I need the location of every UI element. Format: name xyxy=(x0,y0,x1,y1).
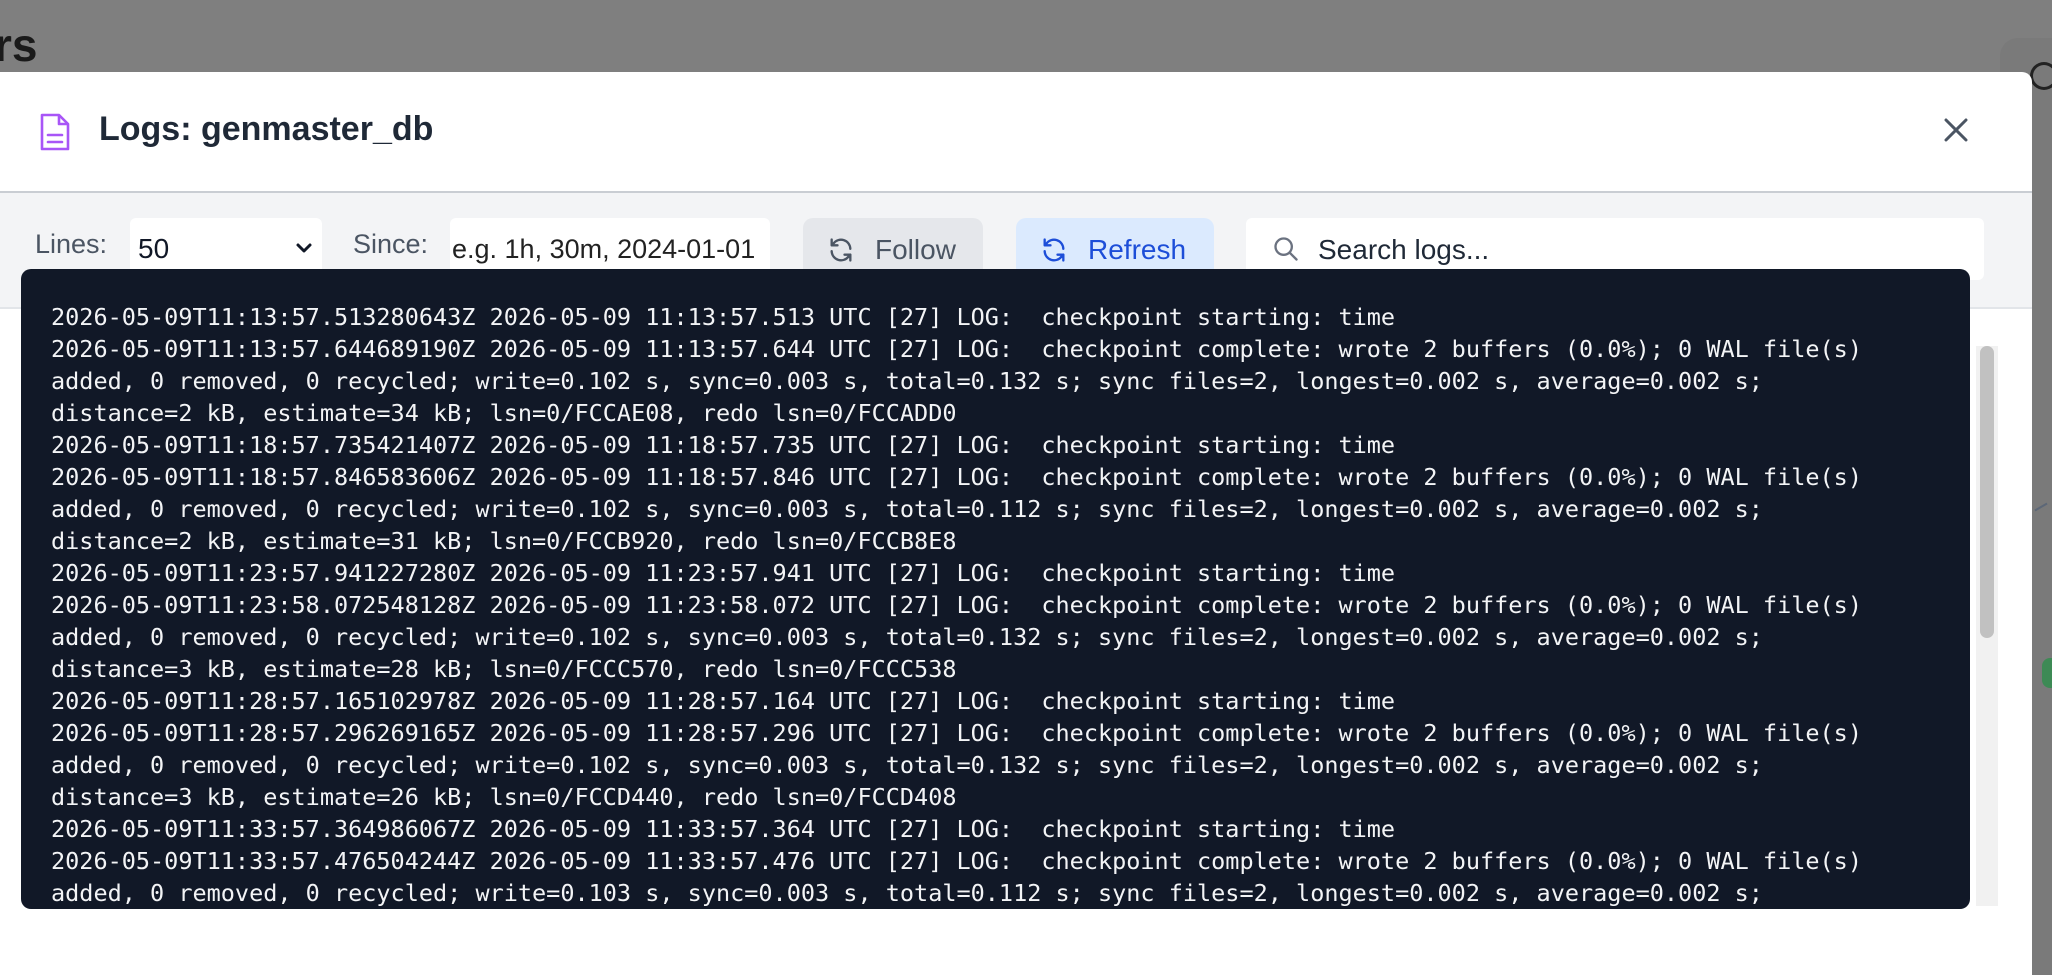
log-line: 2026-05-09T11:28:57.165102978Z 2026-05-0… xyxy=(51,687,1396,715)
background-refresh-icon xyxy=(2030,62,2052,90)
log-line: 2026-05-09T11:28:57.296269165Z 2026-05-0… xyxy=(51,719,1862,747)
since-label: Since: xyxy=(353,229,429,259)
log-line: distance=3 kB, estimate=28 kB; lsn=0/FCC… xyxy=(51,655,957,683)
background-status-indicator xyxy=(2042,658,2052,688)
log-output-panel[interactable]: 2026-05-09T11:13:57.513280643Z 2026-05-0… xyxy=(21,269,1970,909)
modal-title: Logs: genmaster_db xyxy=(99,110,434,148)
log-line: added, 0 removed, 0 recycled; write=0.10… xyxy=(51,367,1763,395)
lines-select-value: 50 xyxy=(138,233,170,264)
refresh-button-label: Refresh xyxy=(1088,234,1187,265)
refresh-icon xyxy=(830,238,852,262)
log-line: 2026-05-09T11:18:57.846583606Z 2026-05-0… xyxy=(51,463,1862,491)
close-icon[interactable] xyxy=(1938,112,1974,148)
log-line: 2026-05-09T11:23:57.941227280Z 2026-05-0… xyxy=(51,559,1396,587)
log-line: 2026-05-09T11:13:57.644689190Z 2026-05-0… xyxy=(51,335,1862,363)
chevron-down-icon xyxy=(296,243,312,253)
file-text-icon xyxy=(40,113,70,151)
background-page-title: rs xyxy=(0,19,38,71)
refresh-icon xyxy=(1043,238,1065,262)
lines-label: Lines: xyxy=(35,229,108,259)
log-line: added, 0 removed, 0 recycled; write=0.10… xyxy=(51,623,1763,651)
log-line: added, 0 removed, 0 recycled; write=0.10… xyxy=(51,495,1763,523)
log-line: distance=3 kB, estimate=26 kB; lsn=0/FCC… xyxy=(51,783,957,811)
log-line: distance=2 kB, estimate=34 kB; lsn=0/FCC… xyxy=(51,399,957,427)
log-output-text: 2026-05-09T11:13:57.513280643Z 2026-05-0… xyxy=(51,301,1951,909)
log-line: added, 0 removed, 0 recycled; write=0.10… xyxy=(51,751,1763,779)
log-line: added, 0 removed, 0 recycled; write=0.10… xyxy=(51,879,1763,907)
log-line: distance=2 kB, estimate=31 kB; lsn=0/FCC… xyxy=(51,527,957,555)
log-line: 2026-05-09T11:18:57.735421407Z 2026-05-0… xyxy=(51,431,1396,459)
log-line: 2026-05-09T11:23:58.072548128Z 2026-05-0… xyxy=(51,591,1862,619)
log-line: 2026-05-09T11:33:57.364986067Z 2026-05-0… xyxy=(51,815,1396,843)
modal-header: Logs: genmaster_db xyxy=(0,72,2032,193)
log-line: 2026-05-09T11:33:57.476504244Z 2026-05-0… xyxy=(51,847,1862,875)
search-icon xyxy=(1274,237,1298,261)
log-scrollbar-thumb[interactable] xyxy=(1980,346,1994,638)
follow-button-label: Follow xyxy=(875,234,956,265)
log-line: 2026-05-09T11:13:57.513280643Z 2026-05-0… xyxy=(51,303,1396,331)
